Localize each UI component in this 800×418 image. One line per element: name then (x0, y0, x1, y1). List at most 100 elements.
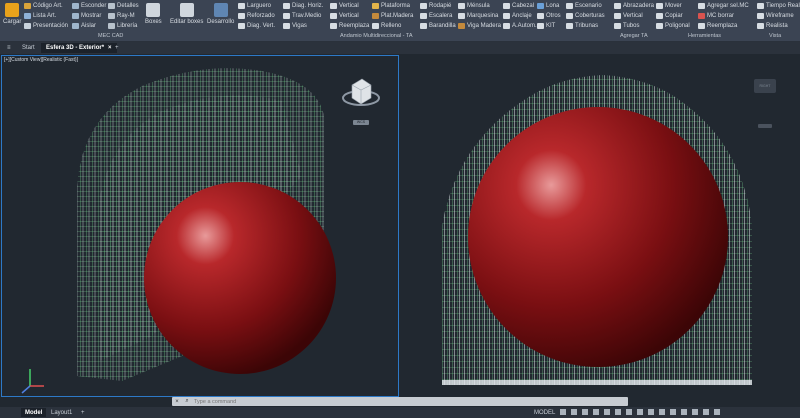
menu-icon[interactable]: ≡ (2, 43, 16, 53)
ray-m-button[interactable]: Ray-M (108, 12, 139, 20)
sphere-left (144, 182, 336, 374)
reemplaza-button-1[interactable]: Reemplaza (330, 22, 369, 30)
annotation-scale-icon[interactable] (659, 409, 665, 415)
mensula-button[interactable]: Ménsula (458, 2, 501, 10)
reemplaza-button-2[interactable]: Reemplaza (698, 22, 749, 30)
mc-borrar-button[interactable]: MC borrar (698, 12, 749, 20)
barandilla-button[interactable]: Barandilla (420, 22, 456, 30)
polar-icon[interactable] (593, 409, 599, 415)
panel-label-andamio: Andamio Multidireccional - TA (340, 33, 413, 39)
andamio-col-3: Vertical Vertical Reemplaza (330, 2, 369, 30)
codigo-art-button[interactable]: Código Art. (24, 2, 68, 10)
others-icon (537, 13, 544, 19)
clean-screen-icon[interactable] (703, 409, 709, 415)
desarrollo-button[interactable]: Desarrollo (207, 1, 234, 31)
transparency-icon[interactable] (637, 409, 643, 415)
abrazadera-button[interactable]: Abrazadera (614, 2, 654, 10)
coberturas-button[interactable]: Coberturas (566, 12, 605, 20)
viewcube[interactable]: WCS (340, 71, 382, 129)
ortho-icon[interactable] (582, 409, 588, 415)
vertical-button-1[interactable]: Vertical (330, 2, 369, 10)
lona-button[interactable]: Lona (537, 2, 561, 10)
aislar-button[interactable]: Aislar (72, 22, 106, 30)
cabezal-button[interactable]: Cabezal (503, 2, 537, 10)
viewport-right[interactable]: RIGHT (402, 55, 799, 397)
agregar-col-1: Escenario Coberturas Tribunas (566, 2, 605, 30)
otrack-icon[interactable] (615, 409, 621, 415)
command-line: × ⌕ (172, 397, 628, 406)
agregar-sel-mc-button[interactable]: Agregar sel.MC (698, 2, 749, 10)
plataforma-button[interactable]: Plataforma (372, 2, 413, 10)
command-search-icon[interactable]: ⌕ (182, 398, 192, 405)
viga-madera-button[interactable]: Viga Madera (458, 22, 501, 30)
clamp-icon (614, 3, 621, 9)
vigas-button[interactable]: Vigas (283, 22, 323, 30)
diag-horiz-button[interactable]: Diag. Horiz. (283, 2, 323, 10)
tiempo-real-button[interactable]: Tiempo Real (757, 2, 800, 10)
new-tab-button[interactable]: + (110, 43, 124, 53)
kit-button[interactable]: KIT (537, 22, 561, 30)
viewport-left[interactable]: [+][Custom View][Realistic (Fast)] WCS (1, 55, 399, 397)
escenario-button[interactable]: Escenario (566, 2, 605, 10)
tubos-button[interactable]: Tubos (614, 22, 654, 30)
presentacion-button[interactable]: Presentación (24, 22, 68, 30)
add-layout-button[interactable]: + (77, 408, 89, 417)
copiar-button[interactable]: Copiar (656, 12, 690, 20)
tab-model[interactable]: Model (21, 408, 47, 417)
lineweight-icon[interactable] (626, 409, 632, 415)
wcs-badge[interactable]: WCS (353, 120, 369, 125)
escalera-button[interactable]: Escalera (420, 12, 456, 20)
reforzado-button[interactable]: Reforzado (238, 12, 275, 20)
realista-button[interactable]: Realista (757, 22, 800, 30)
libreria-button[interactable]: Librería (108, 22, 139, 30)
wireframe-button[interactable]: Wireframe (757, 12, 800, 20)
relleno-button[interactable]: Relleno (372, 22, 413, 30)
move-icon (656, 3, 663, 9)
marquesina-button[interactable]: Marquesina (458, 12, 501, 20)
tab-esfera-3d[interactable]: Esfera 3D - Exterior* × (41, 43, 117, 53)
viewcube-right[interactable]: RIGHT (754, 79, 776, 93)
plat-madera-button[interactable]: Plat.Madera (372, 12, 413, 20)
mostrar-button[interactable]: Mostrar (72, 12, 106, 20)
vertical-button-2[interactable]: Vertical (330, 12, 369, 20)
a-autom-button[interactable]: A.Autom. (503, 22, 537, 30)
mec-cad-column-3: Detalles Ray-M Librería (108, 2, 139, 30)
scaffold-view-left (21, 68, 336, 394)
tab-layout1[interactable]: Layout1 (47, 408, 76, 417)
otros-button[interactable]: Otros (537, 12, 561, 20)
esconder-button[interactable]: Esconder (72, 2, 106, 10)
larguero-button[interactable]: Larguero (238, 2, 275, 10)
selection-cycling-icon[interactable] (648, 409, 654, 415)
vertical-ta-button[interactable]: Vertical (614, 12, 654, 20)
editar-boxes-button[interactable]: Editar boxes (170, 1, 203, 31)
lista-art-button[interactable]: Lista Art. (24, 12, 68, 20)
hardware-acceleration-icon[interactable] (692, 409, 698, 415)
stair-icon (420, 13, 427, 19)
diag-vert-button[interactable]: Diag. Vert. (238, 22, 275, 30)
mover-button[interactable]: Mover (656, 2, 690, 10)
close-command-icon[interactable]: × (172, 399, 182, 405)
cargar-button[interactable]: Cargar (3, 1, 21, 31)
workspace-gear-icon[interactable] (670, 409, 676, 415)
diagonal-vertical-icon (238, 23, 245, 29)
wcs-badge-right[interactable] (758, 124, 772, 128)
customization-menu-icon[interactable] (714, 409, 720, 415)
vertical-icon (614, 13, 621, 19)
grid-icon[interactable] (560, 409, 566, 415)
snap-icon[interactable] (571, 409, 577, 415)
command-input[interactable] (192, 397, 628, 406)
boxes-button[interactable]: Boxes (145, 1, 162, 31)
tab-start[interactable]: Start (17, 43, 40, 53)
auto-anchor-icon (503, 23, 510, 29)
detalles-button[interactable]: Detalles (108, 2, 139, 10)
isolate-objects-icon[interactable] (681, 409, 687, 415)
rodapie-button[interactable]: Rodapié (420, 2, 456, 10)
osnap-icon[interactable] (604, 409, 610, 415)
trav-medio-button[interactable]: Trav.Medio (283, 12, 323, 20)
tube-icon (614, 23, 621, 29)
model-space-toggle[interactable]: MODEL (530, 408, 559, 417)
tribunas-button[interactable]: Tribunas (566, 22, 605, 30)
poligonal-button[interactable]: Poligonal (656, 22, 690, 30)
box-icon (146, 3, 161, 17)
anclaje-button[interactable]: Anclaje (503, 12, 537, 20)
